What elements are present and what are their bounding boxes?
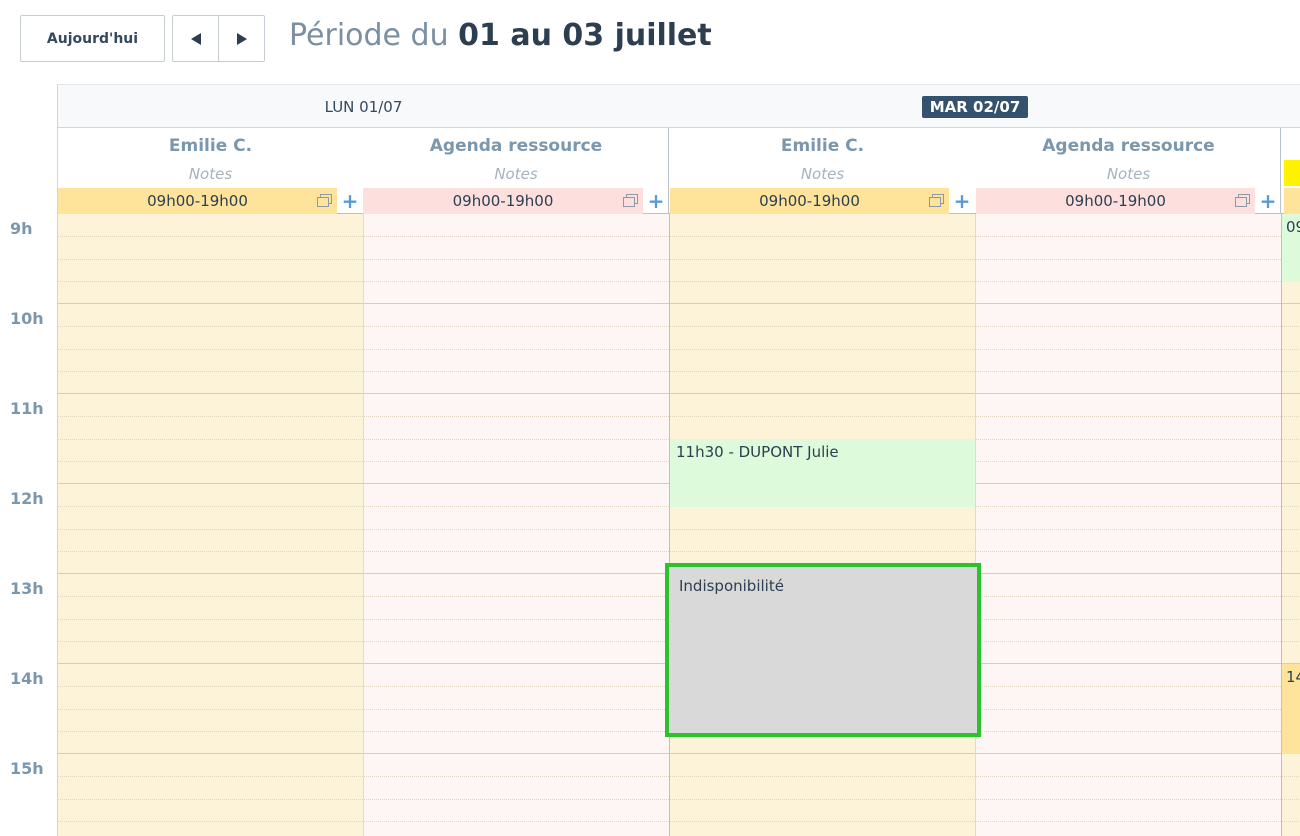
calendar-grid: LUN 01/07 MAR 02/07 Emilie C. Notes 09h0… <box>57 84 1300 836</box>
hour-label: 15h <box>10 759 44 778</box>
resource-header: Emilie C. Notes 09h00-19h00 + <box>670 128 975 214</box>
day-header-row: LUN 01/07 MAR 02/07 <box>57 84 1300 128</box>
period-navigation <box>172 15 265 62</box>
resource-notes[interactable]: Notes <box>670 165 975 183</box>
day-header-mon[interactable]: LUN 01/07 <box>58 85 669 128</box>
plus-icon[interactable]: + <box>341 190 359 212</box>
page-title: Période du 01 au 03 juillet <box>289 16 712 56</box>
slot-column[interactable] <box>58 214 363 836</box>
resource-header: Agenda ressource Notes 09h00-19h00 + <box>976 128 1281 214</box>
resource-name[interactable]: Agenda ressource <box>976 136 1281 156</box>
partial-event-bottom[interactable]: 14 <box>1282 664 1300 754</box>
previous-period-button[interactable] <box>173 16 218 61</box>
resource-notes[interactable]: Notes <box>363 165 669 183</box>
hour-label: 13h <box>10 579 44 598</box>
plus-icon[interactable]: + <box>953 190 971 212</box>
resource-notes[interactable]: Notes <box>976 165 1281 183</box>
hour-label: 10h <box>10 309 44 328</box>
slot-column[interactable] <box>670 214 975 836</box>
resource-header: Emilie C. Notes 09h00-19h00 + <box>58 128 363 214</box>
next-period-button[interactable] <box>218 16 264 61</box>
unavailability-event[interactable]: Indisponibilité <box>665 563 981 737</box>
chevron-left-icon <box>190 32 201 45</box>
slot-column[interactable] <box>975 214 1281 836</box>
resource-name[interactable]: Agenda ressource <box>363 136 669 156</box>
resource-name[interactable]: Emilie C. <box>58 136 363 156</box>
resource-hours: 09h00-19h00 <box>976 188 1255 214</box>
resource-header: Agenda ressource Notes 09h00-19h00 + <box>363 128 669 214</box>
partial-event-top[interactable]: 09 <box>1282 214 1300 282</box>
hour-label: 11h <box>10 399 44 418</box>
today-button[interactable]: Aujourd'hui <box>20 15 165 62</box>
day-header-label: LUN 01/07 <box>324 97 403 116</box>
appointment-event[interactable]: 11h30 - DUPONT Julie <box>670 439 975 507</box>
resource-notes[interactable]: Notes <box>58 165 363 183</box>
resource-name[interactable]: Emilie C. <box>670 136 975 156</box>
chevron-right-icon <box>236 32 247 45</box>
hour-label: 9h <box>10 219 33 238</box>
partial-resource-color <box>1284 160 1300 186</box>
copy-icon[interactable] <box>929 194 944 207</box>
partial-resource-hours <box>1284 188 1300 214</box>
resource-header-row: Emilie C. Notes 09h00-19h00 + Agenda res… <box>57 128 1300 214</box>
hour-label: 12h <box>10 489 44 508</box>
plus-icon[interactable]: + <box>647 190 665 212</box>
resource-hours: 09h00-19h00 <box>58 188 337 214</box>
day-header-tue[interactable]: MAR 02/07 <box>669 85 1281 128</box>
day-header-label-today: MAR 02/07 <box>921 95 1029 118</box>
slot-column[interactable] <box>363 214 669 836</box>
resource-hours: 09h00-19h00 <box>670 188 949 214</box>
copy-icon[interactable] <box>623 194 638 207</box>
resource-hours: 09h00-19h00 <box>363 188 643 214</box>
copy-icon[interactable] <box>317 194 332 207</box>
copy-icon[interactable] <box>1235 194 1250 207</box>
time-grid: 11h30 - DUPONT Julie Indisponibilité 09 … <box>57 214 1300 836</box>
plus-icon[interactable]: + <box>1259 190 1277 212</box>
period-title-prefix: Période du <box>289 18 459 53</box>
hour-label: 14h <box>10 669 44 688</box>
period-title-range: 01 au 03 juillet <box>458 18 712 53</box>
